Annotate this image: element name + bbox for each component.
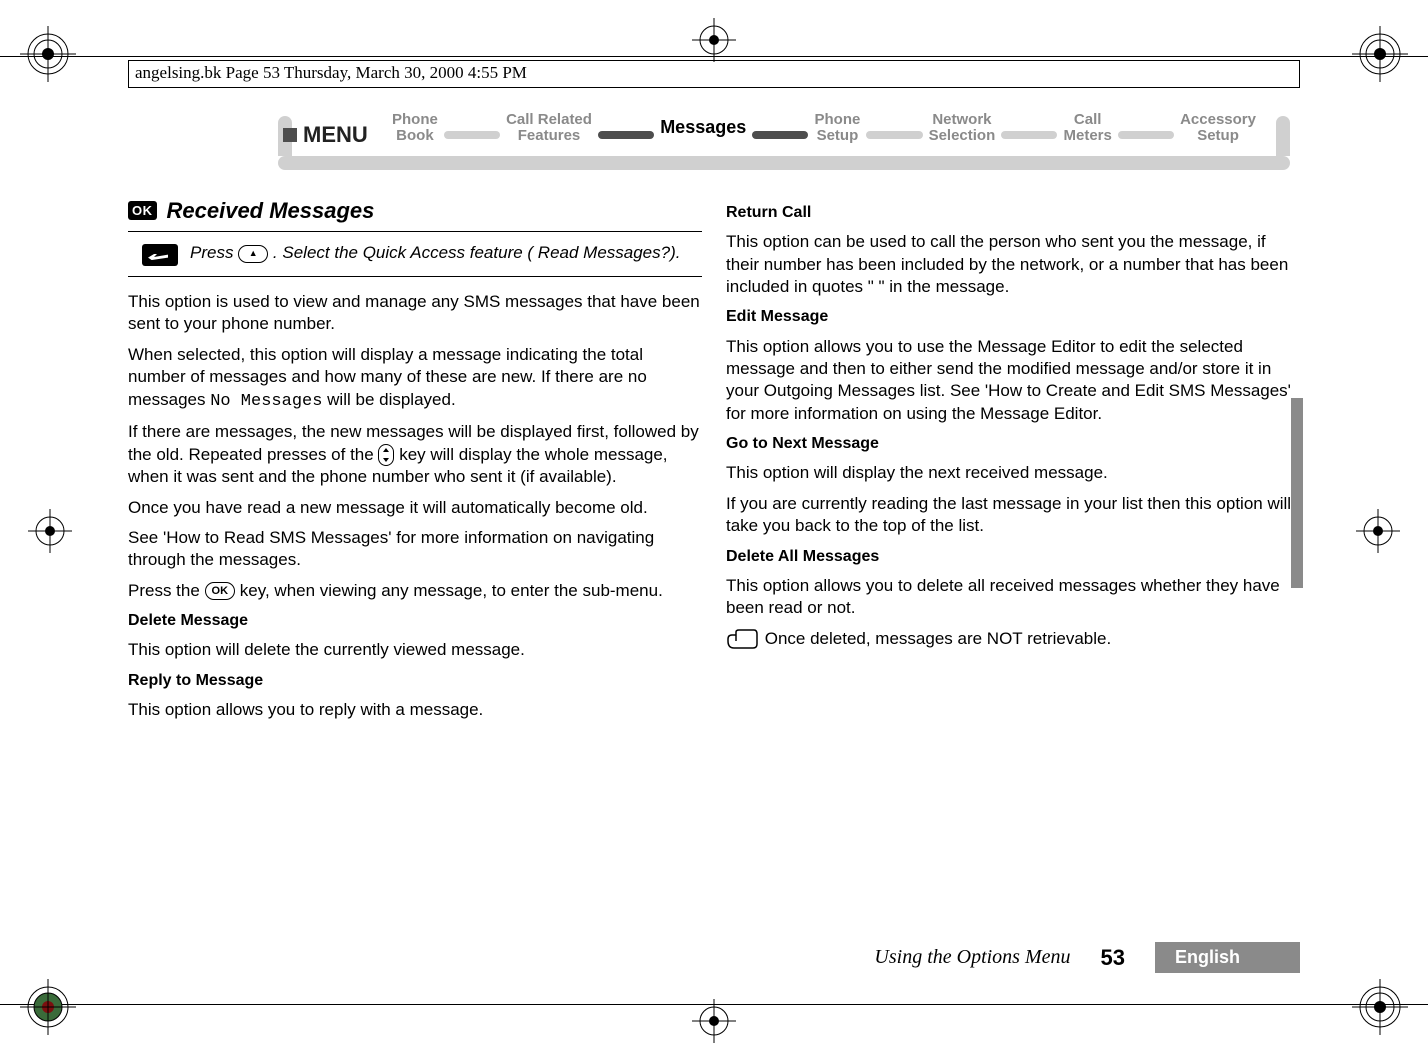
code-text: No Messages <box>210 392 322 411</box>
text: Press the <box>128 581 205 600</box>
quick-access-text: Press . Select the Quick Access feature … <box>190 242 702 266</box>
ribbon-item-messages: Messages <box>656 118 750 137</box>
paragraph: When selected, this option will display … <box>128 344 702 413</box>
registration-mark-bottom-icon <box>692 999 736 1043</box>
thumb-tab <box>1291 398 1303 588</box>
up-key-icon <box>238 245 268 263</box>
paragraph: Once you have read a new message it will… <box>128 497 702 519</box>
ribbon-item-label: Meters <box>1063 128 1111 144</box>
paragraph: This option can be used to call the pers… <box>726 231 1300 298</box>
ribbon-background <box>278 156 1290 170</box>
registration-mark-top-left-icon <box>20 26 76 82</box>
qa-rest: . Select the Quick Access feature ( Read… <box>273 243 681 262</box>
paragraph: This option allows you to use the Messag… <box>726 336 1300 426</box>
ribbon-connector <box>444 131 500 139</box>
ribbon-item-label: Call Related <box>506 112 592 128</box>
file-info-header: angelsing.bk Page 53 Thursday, March 30,… <box>128 60 1300 88</box>
ok-badge-icon: OK <box>128 201 157 220</box>
subhead-reply-to-message: Reply to Message <box>128 670 702 691</box>
registration-mark-top-right-icon <box>1352 26 1408 82</box>
registration-mark-top-icon <box>692 18 736 62</box>
paragraph: This option will display the next receiv… <box>726 462 1300 484</box>
paragraph: If you are currently reading the last me… <box>726 493 1300 538</box>
footer-section-name: Using the Options Menu <box>874 946 1070 969</box>
ribbon-item-label: Phone <box>392 112 438 128</box>
section-title: OK Received Messages <box>128 196 702 225</box>
ribbon-item-label: Book <box>396 128 434 144</box>
ribbon-connector-active <box>598 131 654 139</box>
menu-square-icon <box>283 128 297 142</box>
paragraph: Press the OK key, when viewing any messa… <box>128 580 702 602</box>
ribbon-item-label: Network <box>932 112 991 128</box>
ribbon-connector <box>1118 131 1174 139</box>
menu-ribbon: MENU Phone Book Call Related Features Me… <box>128 106 1300 176</box>
text: will be displayed. <box>327 390 456 409</box>
registration-mark-right-icon <box>1356 509 1400 553</box>
menu-label: MENU <box>283 122 368 148</box>
ribbon-connector <box>866 131 922 139</box>
right-column: Return Call This option can be used to c… <box>726 196 1300 729</box>
ribbon-item-call-meters: Call Meters <box>1059 112 1115 144</box>
menu-label-text: MENU <box>303 122 368 148</box>
registration-mark-bottom-left-icon <box>20 979 76 1035</box>
note-text: Once deleted, messages are NOT retrievab… <box>765 629 1111 648</box>
ribbon-item-accessory-setup: Accessory Setup <box>1176 112 1260 144</box>
ribbon-connector <box>1001 131 1057 139</box>
footer-language-badge: English <box>1155 942 1300 973</box>
ribbon-item-phone-book: Phone Book <box>388 112 442 144</box>
subhead-delete-all-messages: Delete All Messages <box>726 546 1300 567</box>
ribbon-connector-active <box>752 131 808 139</box>
subhead-return-call: Return Call <box>726 202 1300 223</box>
paragraph: This option will delete the currently vi… <box>128 639 702 661</box>
section-title-text: Received Messages <box>167 196 375 225</box>
footer-page-number: 53 <box>1101 945 1125 971</box>
ribbon-item-label: Accessory <box>1180 112 1256 128</box>
ribbon-item-label: Messages <box>660 118 746 137</box>
ribbon-item-label: Setup <box>817 128 859 144</box>
ribbon-item-label: Selection <box>929 128 996 144</box>
registration-mark-bottom-right-icon <box>1352 979 1408 1035</box>
page-footer: Using the Options Menu 53 English <box>128 942 1300 973</box>
ribbon-item-label: Setup <box>1197 128 1239 144</box>
subhead-edit-message: Edit Message <box>726 306 1300 327</box>
paragraph: This option is used to view and manage a… <box>128 291 702 336</box>
ribbon-item-phone-setup: Phone Setup <box>810 112 864 144</box>
text: key, when viewing any message, to enter … <box>240 581 663 600</box>
registration-mark-left-icon <box>28 509 72 553</box>
note-paragraph: Once deleted, messages are NOT retrievab… <box>726 628 1300 650</box>
ribbon-item-label: Features <box>518 128 581 144</box>
page-content: MENU Phone Book Call Related Features Me… <box>128 88 1300 973</box>
paragraph: See 'How to Read SMS Messages' for more … <box>128 527 702 572</box>
quick-access-note: Press . Select the Quick Access feature … <box>128 231 702 277</box>
quick-access-icon <box>142 244 178 266</box>
pointing-hand-icon <box>726 629 758 649</box>
body-columns: OK Received Messages Press . Select the … <box>128 196 1300 729</box>
ribbon-item-label: Call <box>1074 112 1102 128</box>
paragraph: This option allows you to reply with a m… <box>128 699 702 721</box>
ribbon-item-call-related-features: Call Related Features <box>502 112 596 144</box>
ribbon-item-network-selection: Network Selection <box>925 112 1000 144</box>
left-column: OK Received Messages Press . Select the … <box>128 196 702 729</box>
paragraph: If there are messages, the new messages … <box>128 421 702 488</box>
ok-key-icon: OK <box>205 582 236 600</box>
paragraph: This option allows you to delete all rec… <box>726 575 1300 620</box>
qa-press: Press <box>190 243 238 262</box>
ribbon-items: Phone Book Call Related Features Message… <box>388 112 1260 144</box>
scroll-key-icon <box>378 444 394 466</box>
subhead-delete-message: Delete Message <box>128 610 702 631</box>
subhead-go-to-next-message: Go to Next Message <box>726 433 1300 454</box>
ribbon-item-label: Phone <box>814 112 860 128</box>
